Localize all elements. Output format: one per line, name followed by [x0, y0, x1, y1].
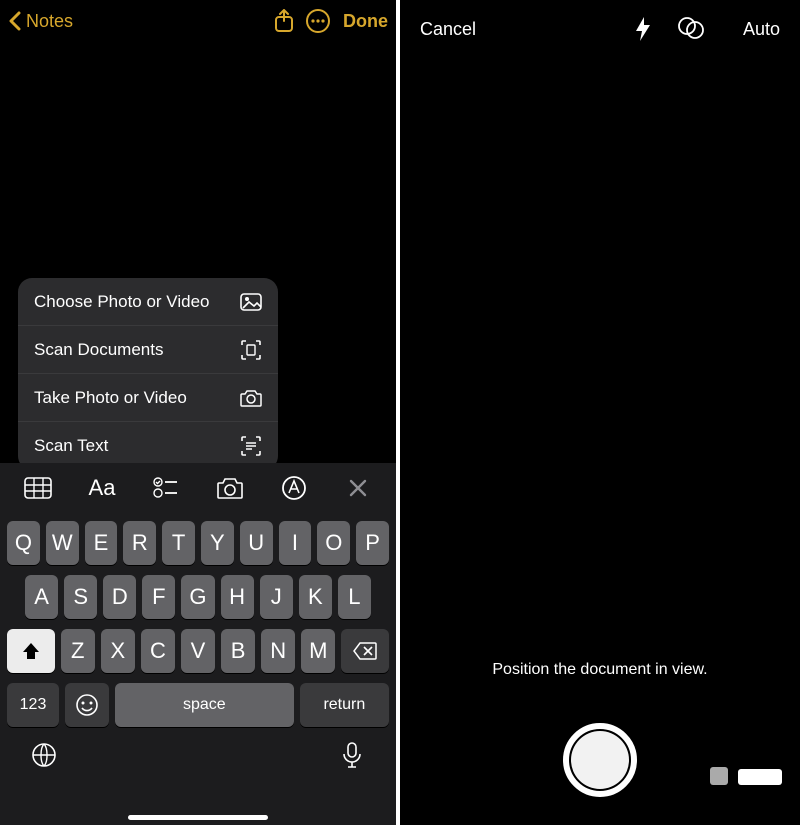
- table-icon: [24, 477, 52, 499]
- save-button-placeholder: [738, 769, 782, 785]
- space-key[interactable]: space: [115, 683, 294, 727]
- document-scanner-icon: [240, 339, 262, 361]
- photo-icon: [240, 291, 262, 313]
- camera-icon: [240, 387, 262, 409]
- key-z[interactable]: Z: [61, 629, 95, 673]
- key-y[interactable]: Y: [201, 521, 234, 565]
- camera-icon: [217, 477, 243, 499]
- insert-menu: Choose Photo or Video Scan Documents Tak…: [18, 278, 278, 470]
- shift-icon: [21, 641, 41, 661]
- cancel-button[interactable]: Cancel: [420, 19, 476, 40]
- more-button[interactable]: [301, 4, 335, 38]
- color-filter-button[interactable]: [667, 16, 715, 42]
- close-icon: [348, 478, 368, 498]
- globe-icon: [30, 741, 58, 769]
- share-icon: [273, 9, 295, 33]
- ellipsis-circle-icon: [305, 8, 331, 34]
- markup-icon: [281, 475, 307, 501]
- menu-choose-photo[interactable]: Choose Photo or Video: [18, 278, 278, 326]
- key-q[interactable]: Q: [7, 521, 40, 565]
- text-format-icon: Aa: [89, 475, 116, 501]
- formatting-toolbar: Aa: [0, 463, 396, 513]
- numbers-key[interactable]: 123: [7, 683, 59, 727]
- auto-mode-button[interactable]: Auto: [743, 19, 780, 40]
- menu-take-photo[interactable]: Take Photo or Video: [18, 374, 278, 422]
- scan-top-bar: Cancel Auto: [400, 0, 800, 58]
- menu-item-label: Take Photo or Video: [34, 388, 240, 408]
- close-keyboard-button[interactable]: [335, 468, 381, 508]
- navigation-bar: Notes Done: [0, 0, 396, 42]
- return-key[interactable]: return: [300, 683, 389, 727]
- checklist-icon: [153, 477, 179, 499]
- document-scan-screen: Cancel Auto Position the document in vie…: [400, 0, 800, 825]
- key-t[interactable]: T: [162, 521, 195, 565]
- key-k[interactable]: K: [299, 575, 332, 619]
- key-b[interactable]: B: [221, 629, 255, 673]
- checklist-button[interactable]: [143, 468, 189, 508]
- share-button[interactable]: [267, 4, 301, 38]
- key-s[interactable]: S: [64, 575, 97, 619]
- dictation-button[interactable]: [334, 737, 370, 773]
- shutter-inner: [571, 731, 629, 789]
- key-v[interactable]: V: [181, 629, 215, 673]
- table-button[interactable]: [15, 468, 61, 508]
- key-e[interactable]: E: [85, 521, 118, 565]
- flash-button[interactable]: [619, 16, 667, 42]
- text-format-button[interactable]: Aa: [79, 468, 125, 508]
- key-n[interactable]: N: [261, 629, 295, 673]
- done-button[interactable]: Done: [343, 11, 388, 32]
- shutter-button[interactable]: [563, 723, 637, 797]
- camera-toolbar-button[interactable]: [207, 468, 253, 508]
- emoji-icon: [75, 693, 99, 717]
- key-c[interactable]: C: [141, 629, 175, 673]
- chevron-left-icon: [8, 11, 22, 31]
- key-g[interactable]: G: [181, 575, 214, 619]
- notes-app-screen: Notes Done Choose Photo or Video Scan: [0, 0, 400, 825]
- back-label: Notes: [26, 11, 73, 32]
- keyboard-row-3: Z X C V B N M: [4, 629, 392, 673]
- keyboard-row-1: Q W E R T Y U I O P: [4, 521, 392, 565]
- keyboard-row-4: 123 space return: [4, 683, 392, 727]
- scan-hint-label: Position the document in view.: [400, 661, 800, 685]
- keyboard-bottom-row: [4, 737, 392, 781]
- note-editor[interactable]: [0, 42, 396, 262]
- backspace-key[interactable]: [341, 629, 389, 673]
- key-o[interactable]: O: [317, 521, 350, 565]
- key-r[interactable]: R: [123, 521, 156, 565]
- thumbnail-placeholder: [710, 767, 728, 785]
- key-i[interactable]: I: [279, 521, 312, 565]
- save-area[interactable]: [710, 767, 782, 785]
- key-a[interactable]: A: [25, 575, 58, 619]
- markup-button[interactable]: [271, 468, 317, 508]
- key-j[interactable]: J: [260, 575, 293, 619]
- key-h[interactable]: H: [221, 575, 254, 619]
- key-f[interactable]: F: [142, 575, 175, 619]
- text-scan-icon: [240, 435, 262, 457]
- backspace-icon: [353, 642, 377, 660]
- keyboard-row-2: A S D F G H J K L: [4, 575, 392, 619]
- filter-circles-icon: [676, 16, 706, 42]
- back-button[interactable]: Notes: [8, 11, 73, 32]
- scan-bottom-bar: [400, 695, 800, 825]
- flash-icon: [634, 16, 652, 42]
- home-indicator[interactable]: [128, 815, 268, 820]
- key-w[interactable]: W: [46, 521, 79, 565]
- globe-button[interactable]: [26, 737, 62, 773]
- key-m[interactable]: M: [301, 629, 335, 673]
- key-p[interactable]: P: [356, 521, 389, 565]
- key-l[interactable]: L: [338, 575, 371, 619]
- menu-item-label: Choose Photo or Video: [34, 292, 240, 312]
- key-u[interactable]: U: [240, 521, 273, 565]
- keyboard: Q W E R T Y U I O P A S D F G H J K L Z: [0, 513, 396, 825]
- menu-scan-documents[interactable]: Scan Documents: [18, 326, 278, 374]
- key-d[interactable]: D: [103, 575, 136, 619]
- shift-key[interactable]: [7, 629, 55, 673]
- menu-item-label: Scan Text: [34, 436, 240, 456]
- key-x[interactable]: X: [101, 629, 135, 673]
- menu-item-label: Scan Documents: [34, 340, 240, 360]
- mic-icon: [342, 741, 362, 769]
- emoji-key[interactable]: [65, 683, 109, 727]
- camera-viewfinder: [400, 58, 800, 685]
